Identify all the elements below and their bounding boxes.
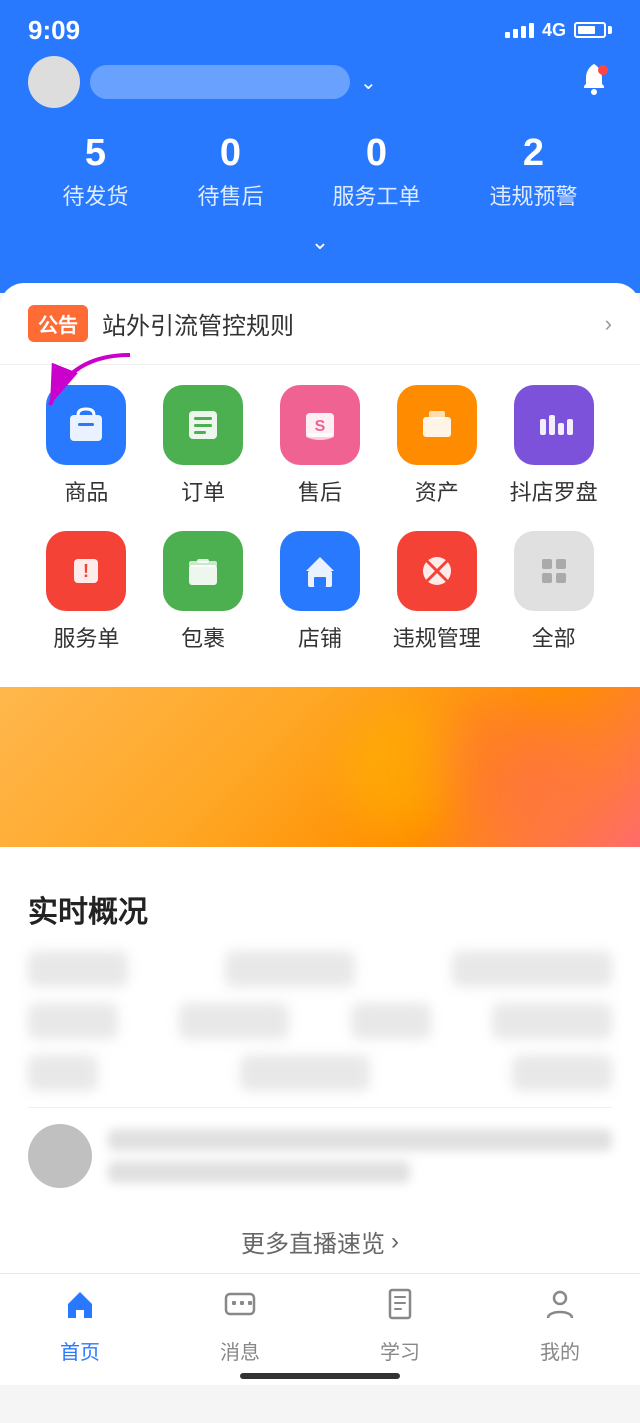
all-icon bbox=[514, 531, 594, 611]
nav-tab-mine[interactable]: 我的 bbox=[500, 1286, 620, 1365]
realtime-data-row-2 bbox=[28, 1003, 612, 1039]
service-label: 服务单 bbox=[53, 621, 119, 653]
nav-package[interactable]: 包裹 bbox=[158, 531, 248, 653]
realtime-blur-line bbox=[108, 1129, 612, 1151]
home-tab-label: 首页 bbox=[60, 1336, 100, 1365]
nav-compass[interactable]: 抖店罗盘 bbox=[509, 385, 599, 507]
realtime-title: 实时概况 bbox=[28, 887, 612, 931]
stat-pending-ship[interactable]: 5 待发货 bbox=[62, 132, 128, 211]
notification-bell-icon[interactable] bbox=[576, 60, 612, 104]
learn-tab-label: 学习 bbox=[380, 1336, 420, 1365]
store-name-bar bbox=[90, 65, 350, 99]
icon-grid: 商品 订单 S bbox=[0, 365, 640, 687]
compass-label: 抖店罗盘 bbox=[510, 475, 598, 507]
all-label: 全部 bbox=[532, 621, 576, 653]
home-icon bbox=[62, 1286, 98, 1330]
realtime-blur-item bbox=[512, 1055, 612, 1091]
bottom-nav: 首页 消息 学习 bbox=[0, 1273, 640, 1385]
realtime-avatar bbox=[28, 1124, 92, 1188]
signal-icon bbox=[505, 23, 534, 38]
realtime-user-info bbox=[108, 1129, 612, 1183]
network-label: 4G bbox=[542, 20, 566, 41]
nav-tab-home[interactable]: 首页 bbox=[20, 1286, 140, 1365]
aftersale-label: 售后 bbox=[298, 475, 342, 507]
stat-pending-after[interactable]: 0 待售后 bbox=[197, 132, 263, 211]
store-selector[interactable]: ⌄ bbox=[28, 56, 612, 108]
nav-store[interactable]: 店铺 bbox=[275, 531, 365, 653]
main-card: 公告 站外引流管控规则 › bbox=[0, 283, 640, 1303]
orders-icon bbox=[163, 385, 243, 465]
dropdown-icon[interactable]: ⌄ bbox=[360, 70, 377, 95]
realtime-blur-item bbox=[452, 951, 612, 987]
announcement-text: 站外引流管控规则 bbox=[102, 306, 605, 341]
package-label: 包裹 bbox=[181, 621, 225, 653]
status-bar: 9:09 4G bbox=[0, 0, 640, 56]
nav-goods[interactable]: 商品 bbox=[41, 385, 131, 507]
announcement-badge: 公告 bbox=[28, 305, 88, 342]
status-time: 9:09 bbox=[28, 15, 80, 46]
nav-all[interactable]: 全部 bbox=[509, 531, 599, 653]
nav-tab-message[interactable]: 消息 bbox=[180, 1286, 300, 1365]
battery-icon bbox=[574, 22, 612, 38]
assets-icon bbox=[397, 385, 477, 465]
more-live-button[interactable]: 更多直播速览 › bbox=[28, 1204, 612, 1279]
stats-row: 5 待发货 0 待售后 0 服务工单 2 违规预警 bbox=[28, 132, 612, 211]
realtime-blur-line bbox=[108, 1161, 410, 1183]
assets-label: 资产 bbox=[415, 475, 459, 507]
nav-assets[interactable]: 资产 bbox=[392, 385, 482, 507]
banner-decoration-2 bbox=[440, 702, 580, 832]
mine-icon bbox=[542, 1286, 578, 1330]
header-area: ⌄ 5 待发货 0 待售后 0 服务工单 2 违规预警 ⌄ bbox=[0, 56, 640, 293]
icon-row-1: 商品 订单 S bbox=[28, 385, 612, 507]
realtime-blur-item bbox=[28, 1003, 118, 1039]
violation-mgmt-icon bbox=[397, 531, 477, 611]
home-indicator bbox=[240, 1373, 400, 1379]
goods-icon bbox=[46, 385, 126, 465]
nav-aftersale[interactable]: S 售后 bbox=[275, 385, 365, 507]
announcement-bar[interactable]: 公告 站外引流管控规则 › bbox=[0, 283, 640, 365]
goods-label: 商品 bbox=[64, 475, 108, 507]
compass-icon bbox=[514, 385, 594, 465]
icon-row-2: ! 服务单 包裹 bbox=[28, 531, 612, 653]
stat-violation[interactable]: 2 违规预警 bbox=[489, 132, 577, 211]
aftersale-icon: S bbox=[280, 385, 360, 465]
message-tab-label: 消息 bbox=[220, 1336, 260, 1365]
stat-service-order[interactable]: 0 服务工单 bbox=[332, 132, 420, 211]
realtime-blur-item bbox=[28, 1055, 98, 1091]
store-label: 店铺 bbox=[298, 621, 342, 653]
expand-chevron-icon[interactable]: ⌄ bbox=[28, 229, 612, 265]
realtime-blur-item bbox=[240, 1055, 370, 1091]
orders-label: 订单 bbox=[181, 475, 225, 507]
realtime-blur-item bbox=[28, 951, 128, 987]
learn-icon bbox=[382, 1286, 418, 1330]
nav-violation-mgmt[interactable]: 违规管理 bbox=[392, 531, 482, 653]
violation-mgmt-label: 违规管理 bbox=[393, 621, 481, 653]
realtime-section: 实时概况 更多直播速览 › bbox=[0, 863, 640, 1303]
nav-service[interactable]: ! 服务单 bbox=[41, 531, 131, 653]
realtime-user-row bbox=[28, 1107, 612, 1204]
svg-text:!: ! bbox=[83, 561, 89, 581]
realtime-blur-item bbox=[179, 1003, 289, 1039]
store-avatar bbox=[28, 56, 80, 108]
realtime-blur-item bbox=[492, 1003, 612, 1039]
more-live-arrow-icon: › bbox=[391, 1228, 399, 1256]
realtime-blur-item bbox=[351, 1003, 431, 1039]
store-icon bbox=[280, 531, 360, 611]
mine-tab-label: 我的 bbox=[540, 1336, 580, 1365]
package-icon bbox=[163, 531, 243, 611]
realtime-data-row-3 bbox=[28, 1055, 612, 1091]
realtime-blur-item bbox=[225, 951, 355, 987]
nav-orders[interactable]: 订单 bbox=[158, 385, 248, 507]
message-icon bbox=[222, 1286, 258, 1330]
svg-text:S: S bbox=[315, 418, 326, 435]
nav-tab-learn[interactable]: 学习 bbox=[340, 1286, 460, 1365]
announcement-arrow-icon: › bbox=[605, 311, 612, 337]
status-icons: 4G bbox=[505, 20, 612, 41]
realtime-data-row-1 bbox=[28, 951, 612, 987]
more-live-text: 更多直播速览 bbox=[241, 1224, 385, 1259]
promotional-banner[interactable] bbox=[0, 687, 640, 847]
service-icon: ! bbox=[46, 531, 126, 611]
